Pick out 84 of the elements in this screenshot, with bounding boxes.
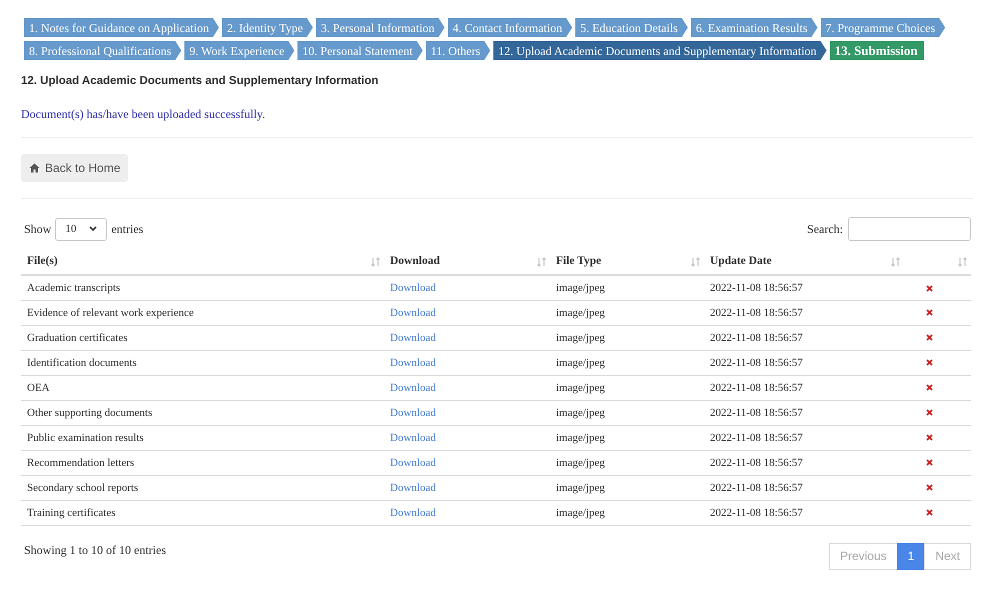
download-link[interactable]: Download	[390, 382, 436, 394]
file-name: Graduation certificates	[27, 332, 128, 344]
step-tab[interactable]: 12. Upload Academic Documents and Supplementary Information	[493, 41, 827, 60]
update-date: 2022-11-08 18:56:57	[710, 406, 803, 418]
sort-icon	[371, 256, 380, 267]
file-name: Recommendation letters	[27, 456, 134, 468]
step-tab[interactable]: 5. Education Details	[575, 18, 688, 37]
column-header[interactable]: Download	[390, 253, 440, 270]
download-link[interactable]: Download	[390, 406, 436, 418]
column-header[interactable]: File Type	[556, 253, 602, 270]
update-date: 2022-11-08 18:56:57	[710, 432, 803, 444]
delete-icon[interactable]	[926, 409, 933, 416]
file-name: OEA	[27, 382, 50, 394]
download-link[interactable]: Download	[390, 506, 436, 518]
file-type: image/jpeg	[556, 306, 605, 318]
file-type: image/jpeg	[556, 356, 605, 368]
sort-icon	[958, 256, 967, 267]
step-tab[interactable]: 6. Examination Results	[690, 18, 818, 37]
file-name: Other supporting documents	[27, 406, 152, 418]
file-type: image/jpeg	[556, 282, 605, 294]
entries-label: entries	[111, 221, 144, 238]
file-name: Academic transcripts	[27, 282, 120, 294]
step-tab[interactable]: 10. Personal Statement	[297, 41, 423, 60]
file-name: Identification documents	[27, 356, 137, 368]
column-header[interactable]: File(s)	[27, 253, 58, 270]
step-tab[interactable]: 1. Notes for Guidance on Application	[24, 18, 219, 37]
download-link[interactable]: Download	[390, 356, 436, 368]
file-name: Training certificates	[27, 506, 116, 518]
search-field[interactable]	[848, 217, 971, 242]
file-type: image/jpeg	[556, 482, 605, 494]
file-type: image/jpeg	[556, 432, 605, 444]
delete-icon[interactable]	[926, 509, 933, 516]
back-button[interactable]: Back to Home	[21, 154, 128, 182]
step-tab[interactable]: 7. Programme Choices	[820, 18, 946, 37]
download-link[interactable]: Download	[390, 482, 436, 494]
sort-icon	[537, 256, 546, 267]
step-tab[interactable]: 9. Work Experience	[184, 41, 294, 60]
download-link[interactable]: Download	[390, 456, 436, 468]
chevron-down-icon	[89, 226, 98, 232]
step-tab[interactable]: 11. Others	[426, 41, 490, 60]
show-label: Show	[24, 221, 52, 238]
step-tab[interactable]: 2. Identity Type	[222, 18, 313, 37]
delete-icon[interactable]	[926, 284, 933, 292]
file-type: image/jpeg	[556, 506, 605, 518]
step-tab[interactable]: 3. Personal Information	[316, 18, 445, 37]
delete-icon[interactable]	[926, 384, 933, 392]
update-date: 2022-11-08 18:56:57	[710, 506, 803, 518]
download-link[interactable]: Download	[390, 432, 436, 444]
update-date: 2022-11-08 18:56:57	[710, 306, 803, 318]
file-type: image/jpeg	[556, 332, 605, 344]
file-name: Secondary school reports	[27, 482, 138, 494]
entries-select[interactable]: 10	[55, 218, 108, 241]
delete-icon[interactable]	[926, 484, 933, 492]
table-info: Showing 1 to 10 of 10 entries	[24, 542, 166, 560]
update-date: 2022-11-08 18:56:57	[710, 382, 803, 394]
success-message: Document(s) has/have been uploaded successfully.	[21, 106, 266, 124]
delete-icon[interactable]	[926, 434, 933, 442]
step-tab[interactable]: 4. Contact Information	[448, 18, 572, 37]
file-name: Evidence of relevant work experience	[27, 306, 194, 318]
download-link[interactable]: Download	[390, 306, 436, 318]
delete-icon[interactable]	[926, 309, 933, 316]
delete-icon[interactable]	[926, 459, 933, 466]
page-heading: 12. Upload Academic Documents and Supplementary Information	[21, 74, 378, 89]
step-tab[interactable]: 13. Submission	[830, 41, 924, 60]
update-date: 2022-11-08 18:56:57	[710, 456, 803, 468]
page-button[interactable]: 1	[896, 542, 926, 570]
search-label: Search:	[807, 221, 843, 238]
update-date: 2022-11-08 18:56:57	[710, 482, 803, 494]
file-name: Public examination results	[27, 432, 144, 444]
delete-icon[interactable]	[926, 334, 933, 342]
download-link[interactable]: Download	[390, 282, 436, 294]
update-date: 2022-11-08 18:56:57	[710, 282, 803, 294]
delete-icon[interactable]	[926, 359, 933, 366]
download-link[interactable]: Download	[390, 332, 436, 344]
update-date: 2022-11-08 18:56:57	[710, 356, 803, 368]
file-type: image/jpeg	[556, 382, 605, 394]
update-date: 2022-11-08 18:56:57	[710, 332, 803, 344]
column-header[interactable]: Update Date	[710, 253, 772, 270]
file-type: image/jpeg	[556, 456, 605, 468]
file-type: image/jpeg	[556, 406, 605, 418]
home-icon	[29, 163, 40, 174]
step-tab[interactable]: 8. Professional Qualifications	[24, 41, 182, 60]
sort-icon	[891, 256, 900, 267]
sort-icon	[691, 256, 700, 267]
